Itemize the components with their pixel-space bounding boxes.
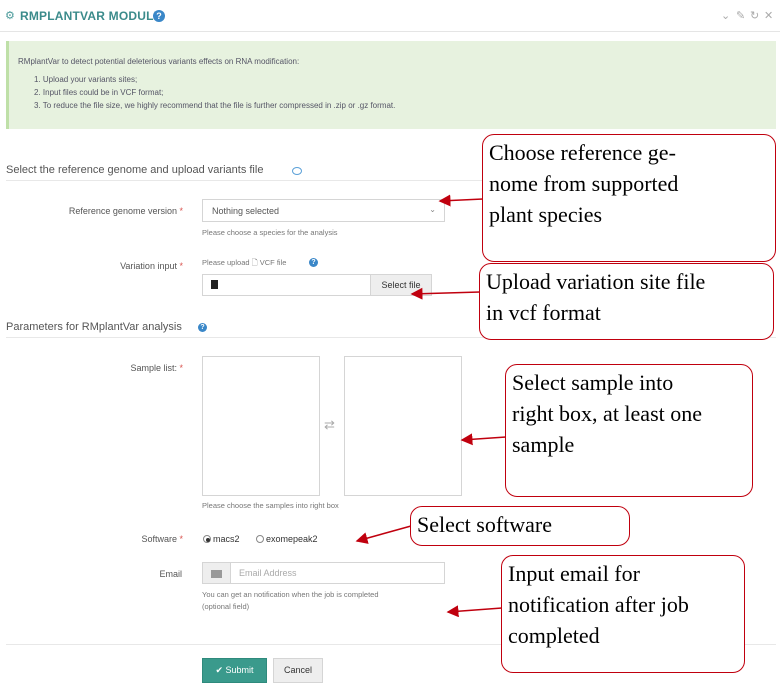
selected-samples-list[interactable] bbox=[344, 356, 462, 496]
annotation-genome: Choose reference ge- nome from supported… bbox=[482, 134, 776, 262]
variation-label: Variation input * bbox=[120, 261, 183, 271]
annotation-software: Select software bbox=[410, 506, 630, 546]
annotation-upload: Upload variation site file in vcf format bbox=[479, 263, 774, 340]
cancel-button[interactable]: Cancel bbox=[273, 658, 323, 683]
section-title-genome: Select the reference genome and upload v… bbox=[6, 164, 264, 176]
sample-hint: Please choose the samples into right box bbox=[202, 501, 339, 510]
arrow-email bbox=[446, 605, 503, 618]
swap-icon[interactable]: ⇄ bbox=[324, 417, 335, 433]
available-samples-list[interactable] bbox=[202, 356, 320, 496]
email-hint-optional: (optional field) bbox=[202, 602, 250, 611]
info-item: 3. To reduce the file size, we highly re… bbox=[34, 101, 396, 110]
close-icon[interactable]: ✕ bbox=[764, 9, 773, 22]
refresh-icon[interactable]: ↻ bbox=[750, 9, 759, 22]
radio-macs2[interactable] bbox=[203, 535, 211, 543]
help-icon[interactable]: ? bbox=[198, 323, 207, 332]
email-label: Email bbox=[159, 569, 182, 579]
cogs-icon: ⚙ bbox=[5, 10, 15, 22]
arrow-samples bbox=[460, 433, 507, 446]
genome-select-value: Nothing selected bbox=[212, 206, 280, 216]
email-hint: You can get an notification when the job… bbox=[202, 590, 379, 599]
comment-icon bbox=[292, 167, 302, 175]
section-title-params: Parameters for RMplantVar analysis bbox=[6, 321, 182, 333]
arrow-genome bbox=[438, 194, 484, 207]
radio-macs2-label: macs2 bbox=[213, 534, 240, 544]
radio-exomepeak2-label: exomepeak2 bbox=[266, 534, 318, 544]
info-item: 1. Upload your variants sites; bbox=[34, 75, 138, 84]
file-icon bbox=[211, 280, 218, 289]
sample-list-label: Sample list: * bbox=[130, 363, 183, 373]
annotation-samples: Select sample into right box, at least o… bbox=[505, 364, 753, 497]
info-intro: RMplantVar to detect potential deleterio… bbox=[18, 57, 300, 66]
file-icon: 🗋 bbox=[251, 258, 258, 267]
email-field[interactable]: Email Address bbox=[230, 562, 445, 584]
chevron-down-icon: ⌄ bbox=[429, 205, 436, 214]
genome-select[interactable]: Nothing selected ⌄ bbox=[202, 199, 445, 222]
arrow-software bbox=[355, 525, 412, 544]
software-label: Software * bbox=[141, 534, 183, 544]
annotation-email: Input email for notification after job c… bbox=[501, 555, 745, 673]
help-icon[interactable]: ? bbox=[309, 258, 318, 267]
genome-hint: Please choose a species for the analysis bbox=[202, 228, 338, 237]
module-title: RMPLANTVAR MODULE bbox=[20, 9, 162, 23]
collapse-icon[interactable]: ⌄ bbox=[721, 9, 730, 22]
radio-exomepeak2[interactable] bbox=[256, 535, 264, 543]
pin-icon[interactable]: ✎ bbox=[736, 9, 745, 22]
submit-button[interactable]: ✔ Submit bbox=[202, 658, 267, 683]
genome-label: Reference genome version * bbox=[68, 206, 183, 216]
envelope-icon-addon bbox=[202, 562, 230, 584]
envelope-icon bbox=[211, 570, 222, 578]
info-item: 2. Input files could be in VCF format; bbox=[34, 88, 164, 97]
variation-hint: Please upload 🗋 VCF file bbox=[202, 258, 287, 267]
check-icon: ✔ bbox=[215, 665, 223, 675]
select-file-button[interactable]: Select file bbox=[370, 274, 432, 296]
info-box bbox=[6, 41, 776, 129]
help-icon[interactable]: ? bbox=[153, 10, 165, 22]
